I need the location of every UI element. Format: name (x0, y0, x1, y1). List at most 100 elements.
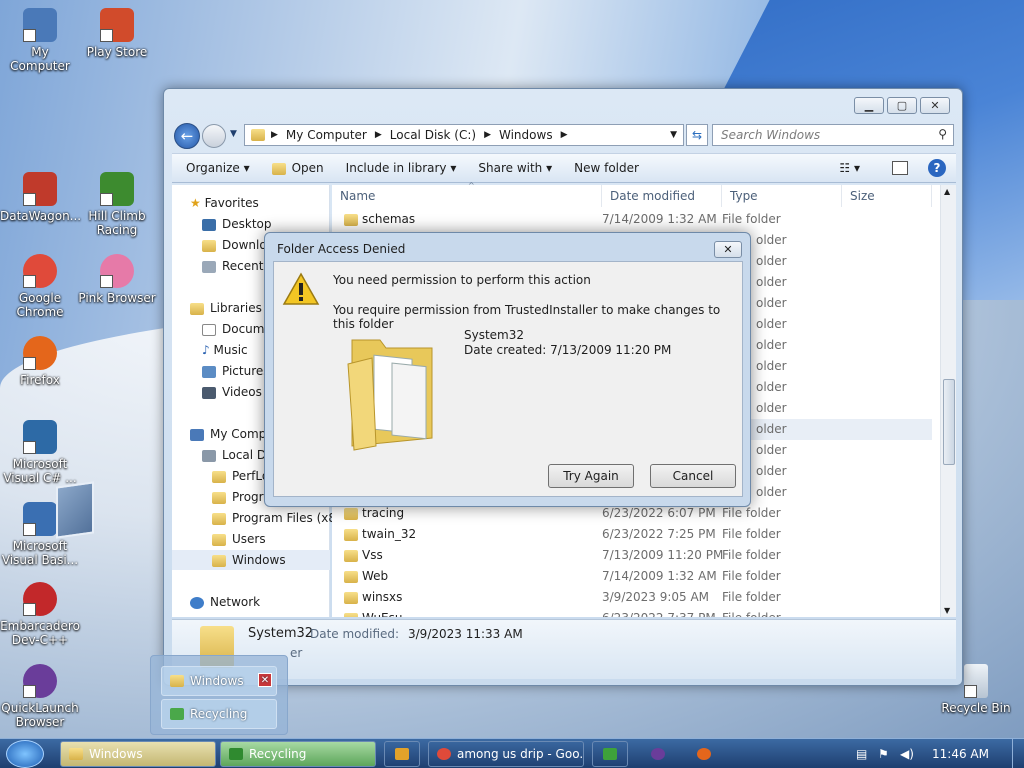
recent-places-icon (202, 260, 216, 273)
datawagon-icon (23, 172, 57, 206)
dialog-heading: You need permission to perform this acti… (333, 273, 591, 287)
try-again-button[interactable]: Try Again (548, 464, 634, 488)
file-row[interactable]: schemas 7/14/2009 1:32 AM File folder (332, 209, 932, 230)
column-date-modified[interactable]: Date modified (602, 185, 722, 207)
nav-favorites[interactable]: ★ Favorites (190, 193, 348, 213)
file-type-partial: older (756, 422, 787, 436)
volume-icon[interactable]: ◀) (900, 739, 914, 768)
quicklaunch-icon (23, 664, 57, 698)
nav-network[interactable]: Network (190, 592, 348, 612)
breadcrumb-arrow-icon[interactable]: ▶ (561, 130, 568, 140)
warning-icon (282, 272, 320, 305)
breadcrumb-arrow-icon[interactable]: ▶ (484, 130, 491, 140)
maximize-button[interactable]: ▢ (887, 97, 917, 114)
preview-pane-icon[interactable] (892, 161, 908, 175)
breadcrumb-windows[interactable]: Windows (499, 128, 553, 142)
media-player-icon (395, 748, 409, 760)
folder-icon (212, 554, 226, 567)
taskbar-item-media[interactable] (384, 741, 420, 767)
taskbar-item-windows[interactable]: Windows (60, 741, 216, 767)
scroll-up-icon[interactable]: ▲ (944, 187, 950, 196)
folder-icon (69, 748, 83, 760)
music-icon: ♪ (202, 343, 214, 357)
vertical-scrollbar[interactable]: ▲ ▼ (940, 185, 956, 617)
refresh-icon[interactable]: ⇆ (686, 124, 708, 146)
forward-button[interactable] (202, 124, 226, 148)
task-label: Recycling (249, 747, 307, 761)
nav-windows[interactable]: Windows (172, 550, 330, 570)
recent-pages-chevron-icon[interactable]: ▼ (230, 129, 237, 139)
folder-icon (212, 491, 226, 504)
address-dropdown-icon[interactable]: ▼ (670, 130, 677, 140)
breadcrumb-my-computer[interactable]: My Computer (286, 128, 367, 142)
nav-label: Users (232, 532, 266, 546)
desktop-icon-quicklaunch[interactable]: QuickLaunch Browser (0, 664, 80, 729)
taskbar-item-firefox[interactable] (686, 741, 722, 767)
file-name: twain_32 (362, 527, 417, 541)
flag-icon[interactable]: ⚑ (878, 739, 889, 768)
file-row[interactable]: WuEsu 6/23/2022 7:37 PM File folder (332, 608, 932, 617)
desktop-icon-pink-browser[interactable]: Pink Browser (77, 254, 157, 305)
start-button[interactable] (6, 740, 44, 768)
folder-icon (344, 529, 358, 541)
network-icon[interactable]: ▤ (856, 739, 867, 768)
folder-icon (212, 470, 226, 483)
taskbar-item-csharp[interactable] (592, 741, 628, 767)
desktop-icon-hill-climb[interactable]: Hill Climb Racing (77, 172, 157, 237)
desktop-icon-devcpp[interactable]: Embarcadero Dev-C++ (0, 582, 80, 647)
breadcrumb-arrow-icon[interactable]: ▶ (375, 130, 382, 140)
file-type-partial: older (756, 380, 787, 394)
details-name: System32 (248, 626, 314, 641)
address-bar[interactable]: ▶ My Computer ▶ Local Disk (C:) ▶ Window… (244, 124, 684, 146)
popup-item-windows[interactable]: Windows ✕ (161, 666, 277, 696)
views-icon[interactable]: ☷ ▾ (839, 161, 860, 175)
close-button[interactable]: ✕ (920, 97, 950, 114)
column-type[interactable]: Type (722, 185, 842, 207)
desktop-icon-datawagon[interactable]: DataWagon... (0, 172, 81, 223)
organize-button[interactable]: Organize ▾ (186, 161, 250, 175)
visual-csharp-icon (23, 420, 57, 454)
cancel-button[interactable]: Cancel (650, 464, 736, 488)
file-date: 6/23/2022 7:25 PM (602, 527, 716, 541)
desktop-icon-my-computer[interactable]: My Computer (0, 8, 80, 73)
open-button[interactable]: Open (271, 161, 324, 175)
file-type: File folder (722, 590, 781, 604)
desktop-icon-visual-csharp[interactable]: Microsoft Visual C# ... (0, 420, 80, 485)
taskbar-item-chrome[interactable]: among us drip - Goo... (428, 741, 584, 767)
desktop-icon-label: Play Store (86, 45, 148, 59)
dialog-close-button[interactable]: ✕ (714, 241, 742, 258)
scrollbar-thumb[interactable] (943, 379, 955, 465)
minimize-button[interactable]: ▁ (854, 97, 884, 114)
show-desktop-button[interactable] (1012, 739, 1024, 768)
desktop-icon-play-store[interactable]: Play Store (77, 8, 157, 59)
file-row[interactable]: twain_32 6/23/2022 7:25 PM File folder (332, 524, 932, 545)
scroll-down-icon[interactable]: ▼ (944, 606, 950, 615)
breadcrumb-local-disk[interactable]: Local Disk (C:) (390, 128, 476, 142)
search-input[interactable]: Search Windows ⚲ (712, 124, 954, 146)
search-icon[interactable]: ⚲ (938, 127, 947, 141)
folder-icon (344, 592, 358, 604)
new-folder-button[interactable]: New folder (574, 161, 639, 175)
taskbar-item-quicklaunch[interactable] (640, 741, 676, 767)
clock[interactable]: 11:46 AM (932, 739, 989, 768)
desktop-icon-chrome[interactable]: Google Chrome (0, 254, 80, 319)
column-size[interactable]: Size (842, 185, 932, 207)
firefox-icon (697, 748, 711, 760)
back-button[interactable]: ← (174, 123, 200, 149)
include-in-library-button[interactable]: Include in library ▾ (346, 161, 457, 175)
close-icon[interactable]: ✕ (258, 673, 272, 687)
file-row[interactable]: Web 7/14/2009 1:32 AM File folder (332, 566, 932, 587)
taskbar-item-recycling[interactable]: Recycling (220, 741, 376, 767)
share-with-button[interactable]: Share with ▾ (478, 161, 552, 175)
breadcrumb-arrow-icon[interactable]: ▶ (271, 130, 278, 140)
file-row[interactable]: winsxs 3/9/2023 9:05 AM File folder (332, 587, 932, 608)
nav-label: Local Di (222, 448, 270, 462)
task-label: among us drip - Goo... (457, 747, 584, 761)
column-name[interactable]: Name (332, 185, 602, 207)
desktop-icon-firefox[interactable]: Firefox (0, 336, 80, 387)
help-icon[interactable]: ? (928, 159, 946, 177)
devcpp-icon (23, 582, 57, 616)
file-type-partial: older (756, 233, 787, 247)
popup-item-recycling[interactable]: Recycling (161, 699, 277, 729)
file-row[interactable]: Vss 7/13/2009 11:20 PM File folder (332, 545, 932, 566)
